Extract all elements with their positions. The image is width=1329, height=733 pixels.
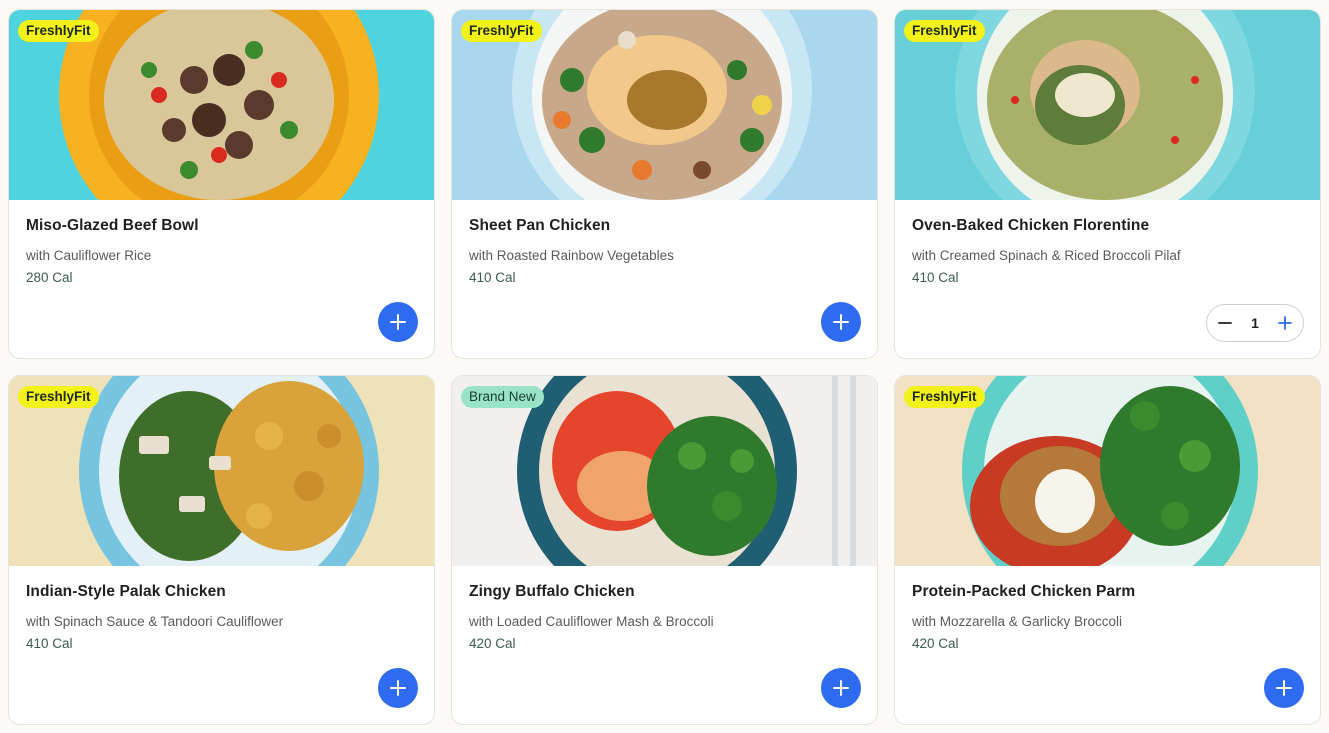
meal-calories: 410 Cal — [469, 270, 516, 285]
meal-subtitle: with Roasted Rainbow Vegetables — [469, 248, 674, 263]
decrease-button[interactable] — [1215, 313, 1235, 333]
increase-button[interactable] — [1275, 313, 1295, 333]
meal-title[interactable]: Zingy Buffalo Chicken — [469, 583, 860, 601]
meal-card[interactable]: FreshlyFit Miso-Glazed Beef Bowl with Ca… — [8, 9, 435, 359]
meal-photo[interactable]: FreshlyFit — [9, 376, 434, 566]
add-meal-button[interactable] — [821, 668, 861, 708]
meal-subtitle: with Loaded Cauliflower Mash & Broccoli — [469, 614, 714, 629]
meal-title[interactable]: Miso-Glazed Beef Bowl — [26, 217, 417, 235]
meal-badge: FreshlyFit — [18, 20, 99, 42]
quantity-value: 1 — [1251, 315, 1259, 331]
meal-photo[interactable]: Brand New — [452, 376, 877, 566]
meal-calories: 420 Cal — [469, 636, 516, 651]
add-meal-button[interactable] — [821, 302, 861, 342]
meal-badge: FreshlyFit — [18, 386, 99, 408]
meal-badge: FreshlyFit — [904, 386, 985, 408]
meal-title[interactable]: Sheet Pan Chicken — [469, 217, 860, 235]
meal-badge: FreshlyFit — [904, 20, 985, 42]
meal-subtitle: with Creamed Spinach & Riced Broccoli Pi… — [912, 248, 1181, 263]
plus-icon — [833, 314, 849, 330]
quantity-stepper[interactable]: 1 — [1206, 304, 1304, 342]
meal-title[interactable]: Oven-Baked Chicken Florentine — [912, 217, 1303, 235]
meal-photo[interactable]: FreshlyFit — [895, 10, 1320, 200]
meal-card[interactable]: FreshlyFit Oven-Baked Chicken Florentine… — [894, 9, 1321, 359]
plus-icon — [833, 680, 849, 696]
plus-icon — [390, 314, 406, 330]
meal-badge: FreshlyFit — [461, 20, 542, 42]
meal-calories: 410 Cal — [26, 636, 73, 651]
meal-calories: 280 Cal — [26, 270, 73, 285]
meal-photo[interactable]: FreshlyFit — [895, 376, 1320, 566]
meal-photo[interactable]: FreshlyFit — [9, 10, 434, 200]
minus-icon — [1218, 322, 1232, 324]
meal-card[interactable]: FreshlyFit Indian-Style Palak Chicken wi… — [8, 375, 435, 725]
add-meal-button[interactable] — [378, 668, 418, 708]
meal-badge: Brand New — [461, 386, 544, 408]
meal-card[interactable]: FreshlyFit Protein-Packed Chicken Parm w… — [894, 375, 1321, 725]
meal-title[interactable]: Indian-Style Palak Chicken — [26, 583, 417, 601]
meal-photo[interactable]: FreshlyFit — [452, 10, 877, 200]
meal-title[interactable]: Protein-Packed Chicken Parm — [912, 583, 1303, 601]
meal-subtitle: with Mozzarella & Garlicky Broccoli — [912, 614, 1123, 629]
meal-subtitle: with Cauliflower Rice — [26, 248, 152, 263]
meal-card[interactable]: Brand New Zingy Buffalo Chicken with Loa… — [451, 375, 878, 725]
meal-grid: FreshlyFit Miso-Glazed Beef Bowl with Ca… — [8, 9, 1321, 725]
meal-calories: 420 Cal — [912, 636, 959, 651]
meal-card[interactable]: FreshlyFit Sheet Pan Chicken with Roaste… — [451, 9, 878, 359]
add-meal-button[interactable] — [378, 302, 418, 342]
plus-icon — [390, 680, 406, 696]
meal-calories: 410 Cal — [912, 270, 959, 285]
add-meal-button[interactable] — [1264, 668, 1304, 708]
plus-icon — [1276, 680, 1292, 696]
meal-subtitle: with Spinach Sauce & Tandoori Cauliflowe… — [26, 614, 284, 629]
plus-icon — [1278, 316, 1292, 330]
